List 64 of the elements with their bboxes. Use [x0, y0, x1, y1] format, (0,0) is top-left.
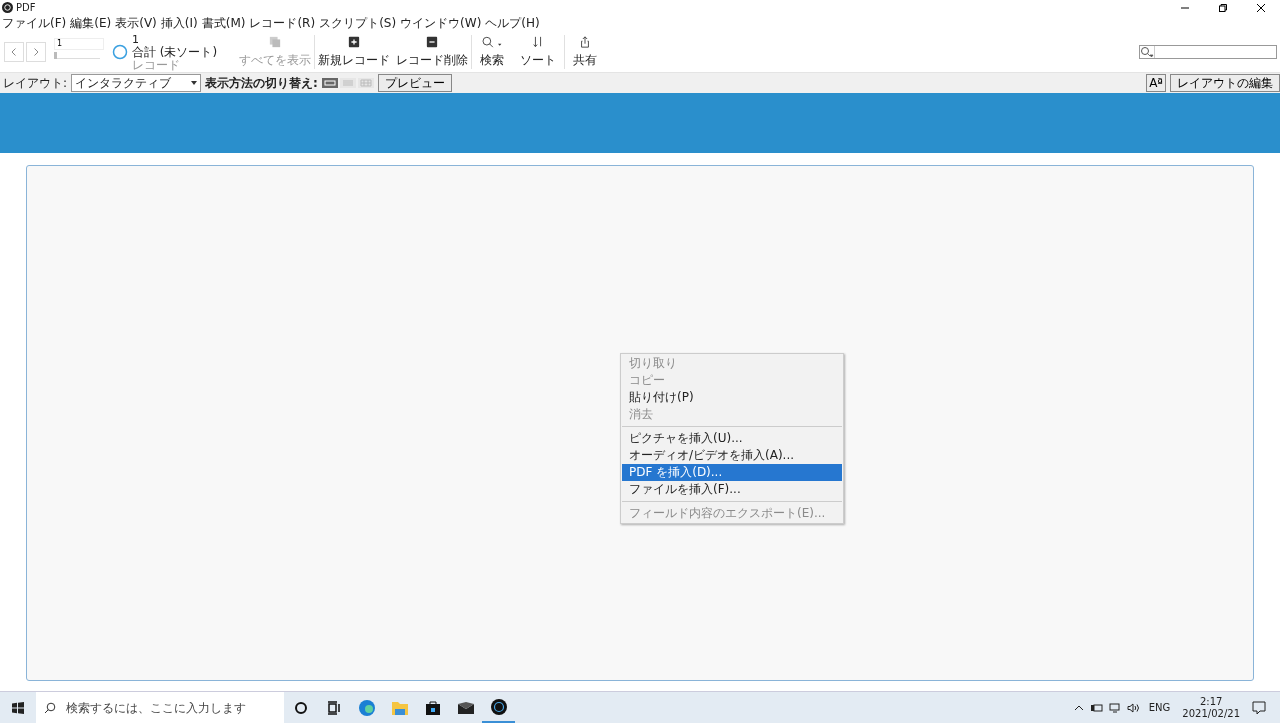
notification-icon[interactable] — [1252, 700, 1266, 715]
total-label: 合計 (未ソート) — [132, 45, 219, 59]
shopping-bag-icon — [424, 699, 441, 716]
menu-item[interactable]: レコード(R) — [249, 15, 316, 32]
sort-icon — [532, 35, 544, 48]
app-icon — [489, 697, 508, 716]
plus-icon — [348, 35, 360, 48]
layout-dropdown[interactable]: インタラクティブ — [71, 74, 202, 92]
menu-item[interactable]: 編集(E) — [70, 15, 112, 32]
sort-button[interactable]: ソート — [512, 33, 564, 71]
language-indicator[interactable]: ENG — [1148, 702, 1171, 713]
network-icon[interactable] — [1108, 702, 1121, 713]
chevron-left-icon — [9, 47, 19, 57]
view-toggle[interactable] — [357, 78, 374, 88]
share-icon — [579, 35, 591, 48]
preview-button[interactable]: プレビュー — [377, 74, 452, 92]
records-label: レコード — [132, 58, 181, 72]
view-toggle[interactable] — [321, 78, 338, 88]
window-title: PDF — [16, 2, 36, 13]
menu-item[interactable]: ウインドウ(W) — [400, 15, 482, 32]
folder-icon — [390, 699, 409, 716]
caret-icon — [191, 81, 198, 85]
taskbar-search-field[interactable]: 検索するには、ここに入力します — [64, 699, 278, 716]
browser-icon — [357, 698, 376, 717]
menu-item[interactable]: 表示(V) — [115, 15, 157, 32]
quick-find-box[interactable] — [1139, 45, 1277, 59]
minus-icon — [426, 35, 438, 48]
menu-item[interactable]: ヘルプ(H) — [485, 15, 540, 32]
mail-icon — [456, 700, 475, 715]
new-button[interactable]: 新規レコード — [315, 33, 393, 71]
windows-start-icon[interactable] — [12, 701, 24, 714]
menu-item[interactable]: 書式(M) — [201, 15, 246, 32]
record-slider[interactable] — [54, 51, 100, 59]
circle-icon — [293, 700, 308, 715]
edit-layout-button[interactable]: レイアウトの編集 — [1170, 74, 1280, 92]
menu-item[interactable]: スクリプト(S) — [319, 15, 397, 32]
view-toggle[interactable] — [339, 78, 356, 88]
menu-item[interactable]: 貼り付け(P) — [622, 389, 842, 406]
search-icon — [480, 35, 504, 48]
record-number-field[interactable]: 1 — [54, 37, 104, 50]
stack-icon — [269, 35, 281, 48]
chevron-right-icon — [31, 47, 41, 57]
task-view-icon — [326, 700, 341, 715]
menu-item[interactable]: ファイルを挿入(F)... — [622, 481, 842, 498]
layout-label: レイアウト: — [3, 74, 68, 92]
taskbar-search-box[interactable]: 検索するには、ここに入力します — [36, 692, 284, 723]
menu-item[interactable]: PDF を挿入(D)... — [622, 464, 842, 481]
search-icon — [44, 701, 56, 714]
clock-date[interactable]: 2021/02/21 — [1182, 707, 1240, 720]
record-count: 1 — [132, 32, 140, 46]
menu-item[interactable]: 挿入(I) — [160, 15, 198, 32]
restore-icon[interactable] — [1218, 2, 1228, 13]
delete-button[interactable]: レコード削除 — [393, 33, 471, 71]
view-switch-label: 表示方法の切り替え: — [205, 74, 318, 92]
font-size-button[interactable]: Aª — [1146, 74, 1166, 92]
share-button[interactable]: 共有 — [565, 33, 605, 71]
close-icon[interactable] — [1256, 2, 1266, 13]
menu-item[interactable]: ピクチャを挿入(U)... — [622, 430, 842, 447]
menu-item[interactable]: オーディオ/ビデオを挿入(A)... — [622, 447, 842, 464]
speaker-icon[interactable] — [1126, 702, 1139, 713]
clock-time[interactable]: 2:17 — [1199, 695, 1223, 708]
battery-icon[interactable] — [1090, 702, 1103, 713]
menu-item[interactable]: ファイル(F) — [2, 15, 67, 32]
search-button[interactable]: 検索 — [472, 33, 512, 71]
